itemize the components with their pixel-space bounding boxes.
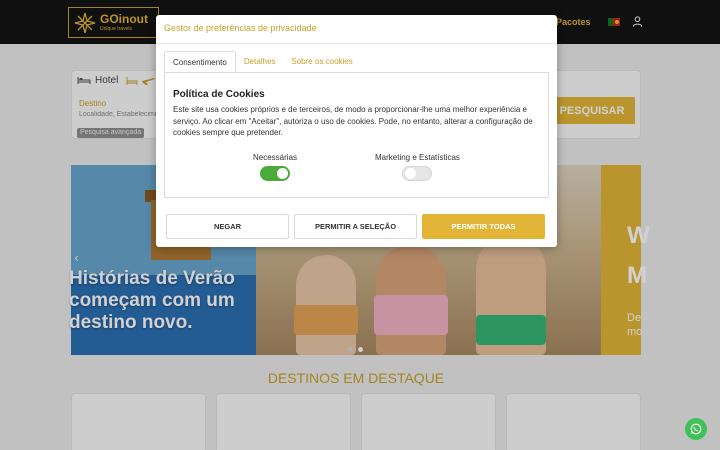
tab-consentimento[interactable]: Consentimento [164, 51, 236, 73]
toggle-label-marketing: Marketing e Estatísticas [375, 153, 460, 162]
allow-all-button[interactable]: PERMITIR TODAS [422, 214, 545, 239]
cookie-consent-modal: Gestor de preferências de privacidade Co… [156, 15, 557, 247]
tab-sobre-cookies[interactable]: Sobre os cookies [283, 51, 360, 73]
deny-button[interactable]: NEGAR [166, 214, 289, 239]
whatsapp-button[interactable] [685, 418, 707, 440]
toggle-group-necessarias: Necessárias [253, 153, 297, 181]
policy-text: Este site usa cookies próprios e de terc… [173, 105, 533, 137]
tab-detalhes[interactable]: Detalhes [236, 51, 284, 73]
divider [156, 43, 557, 44]
allow-selection-button[interactable]: PERMITIR A SELEÇÃO [294, 214, 417, 239]
policy-title: Política de Cookies [173, 89, 265, 100]
toggle-label-necessarias: Necessárias [253, 153, 298, 162]
toggle-necessarias[interactable] [260, 166, 290, 181]
modal-title: Gestor de preferências de privacidade [164, 23, 317, 33]
modal-tabs: Consentimento Detalhes Sobre os cookies [164, 51, 361, 73]
toggle-marketing[interactable] [402, 166, 433, 181]
toggle-group-marketing: Marketing e Estatísticas [375, 153, 460, 181]
tab-panel-consentimento: Política de Cookies Este site usa cookie… [164, 72, 549, 198]
whatsapp-icon [690, 423, 702, 435]
